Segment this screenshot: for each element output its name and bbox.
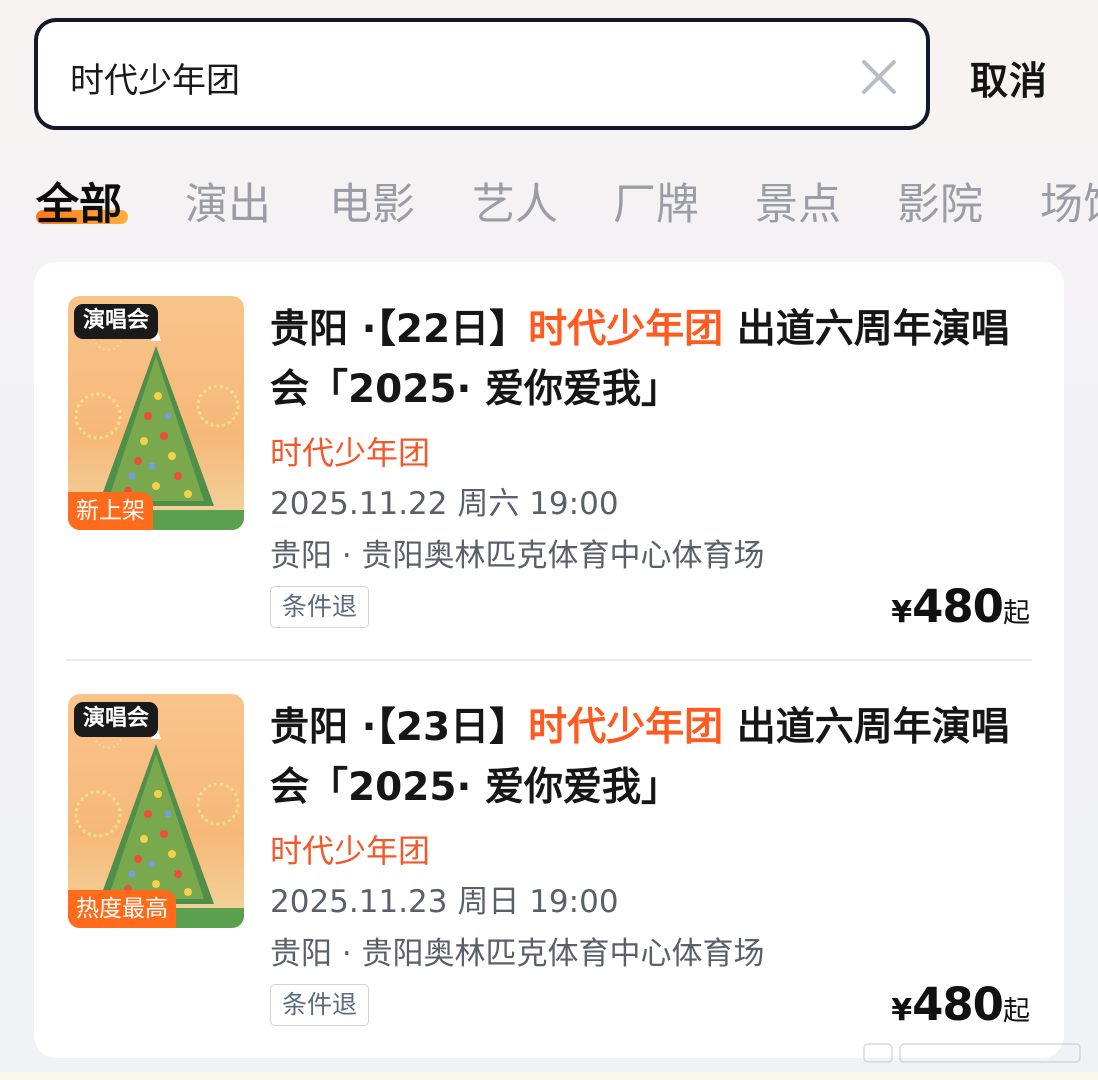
price-currency: ¥ (891, 993, 913, 1028)
event-poster[interactable]: 演唱会 新上架 (68, 296, 244, 530)
poster-category-tag: 演唱会 (74, 304, 159, 339)
tab-venues[interactable]: 场馆 (1040, 170, 1098, 232)
poster-category-tag: 演唱会 (74, 702, 159, 737)
tab-labels[interactable]: 厂牌 (613, 170, 699, 232)
price-value: 480 (912, 978, 1004, 1031)
tab-cinemas[interactable]: 影院 (897, 170, 983, 232)
close-icon (862, 60, 896, 94)
tab-movies[interactable]: 电影 (329, 170, 415, 232)
event-artist[interactable]: 时代少年团 (270, 428, 430, 474)
title-prefix: 贵阳 ·【23日】 (270, 705, 529, 750)
search-box[interactable] (34, 18, 930, 130)
search-bar: 取消 (34, 18, 1074, 130)
cancel-button[interactable]: 取消 (970, 50, 1048, 105)
tab-all[interactable]: 全部 (36, 170, 128, 232)
refund-policy-tag: 条件退 (270, 984, 370, 1026)
tab-attractions[interactable]: 景点 (755, 170, 841, 232)
poster-status-badge: 新上架 (68, 492, 153, 530)
event-title[interactable]: 贵阳 ·【22日】时代少年团 出道六周年演唱会「2025· 爱你爱我」 (270, 300, 1040, 420)
tab-all-wrap: 全部 (36, 170, 128, 232)
category-tabs: 全部 演出 电影 艺人 厂牌 景点 影院 场馆 (36, 170, 1098, 240)
price-suffix: 起 (1003, 996, 1030, 1027)
price-suffix: 起 (1003, 598, 1030, 629)
tab-artists[interactable]: 艺人 (472, 170, 558, 232)
event-venue: 贵阳 · 贵阳奥林匹克体育中心体育场 (270, 936, 765, 972)
clear-button[interactable] (858, 56, 900, 98)
event-datetime: 2025.11.23 周日 19:00 (270, 884, 619, 920)
poster-status-badge: 热度最高 (68, 890, 176, 928)
results-card: 演唱会 新上架 贵阳 ·【22日】时代少年团 出道六周年演唱会「2025· 爱你… (34, 262, 1064, 1058)
price-currency: ¥ (891, 595, 913, 630)
event-title[interactable]: 贵阳 ·【23日】时代少年团 出道六周年演唱会「2025· 爱你爱我」 (270, 698, 1040, 818)
title-prefix: 贵阳 ·【22日】 (270, 307, 529, 352)
bottom-strip (0, 1072, 1098, 1080)
refund-policy-tag: 条件退 (270, 586, 370, 628)
title-highlight: 时代少年团 (528, 307, 724, 352)
event-artist[interactable]: 时代少年团 (270, 826, 430, 872)
result-item[interactable]: 演唱会 热度最高 贵阳 ·【23日】时代少年团 出道六周年演唱会「2025· 爱… (34, 660, 1064, 1058)
event-price: ¥480起 (891, 978, 1030, 1031)
price-value: 480 (912, 580, 1004, 633)
tab-shows[interactable]: 演出 (185, 170, 271, 232)
search-input[interactable] (70, 52, 830, 102)
event-venue: 贵阳 · 贵阳奥林匹克体育中心体育场 (270, 538, 765, 574)
result-item[interactable]: 演唱会 新上架 贵阳 ·【22日】时代少年团 出道六周年演唱会「2025· 爱你… (34, 262, 1064, 661)
event-price: ¥480起 (891, 580, 1030, 633)
event-datetime: 2025.11.22 周六 19:00 (270, 486, 619, 522)
event-poster[interactable]: 演唱会 热度最高 (68, 694, 244, 928)
title-highlight: 时代少年团 (528, 705, 724, 750)
tab-label: 全部 (36, 180, 122, 230)
watermark-logo (863, 1043, 1081, 1063)
